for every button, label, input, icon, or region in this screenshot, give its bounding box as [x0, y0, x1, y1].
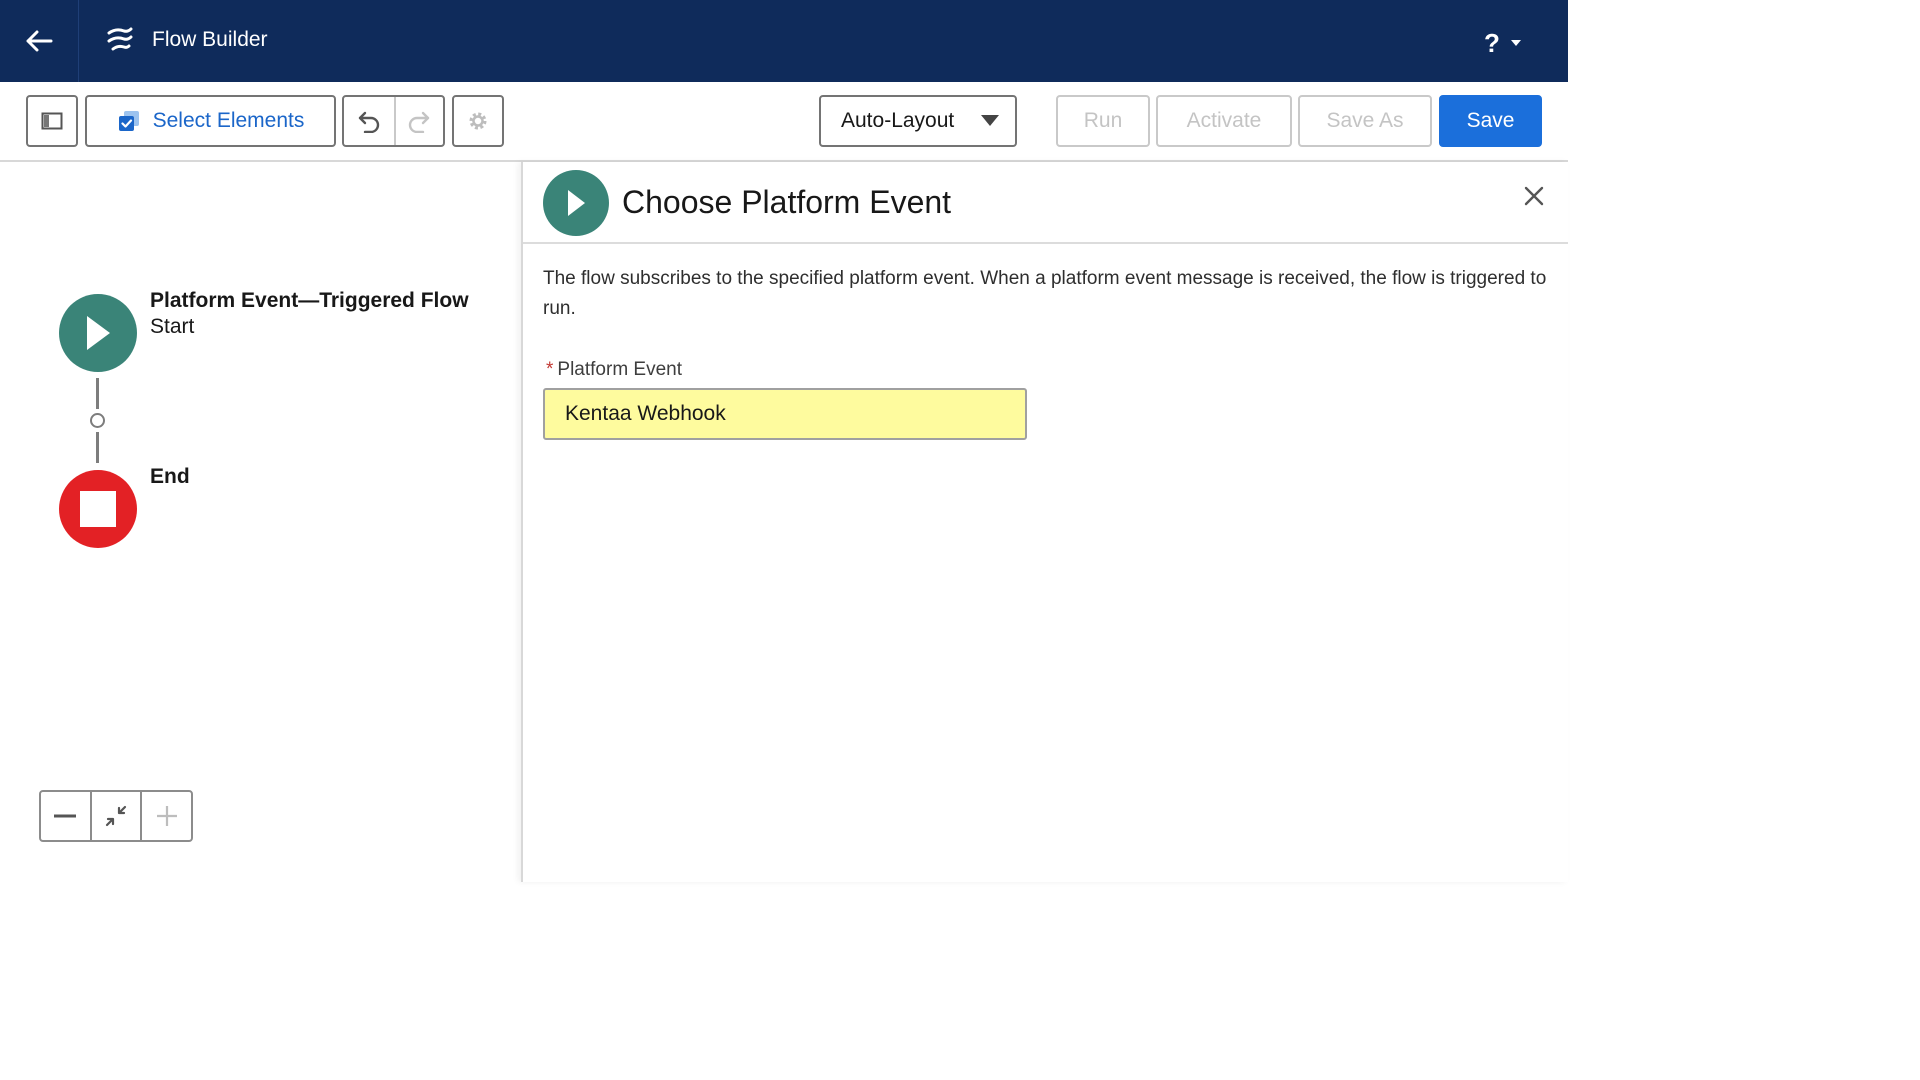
- start-play-icon: [543, 170, 609, 236]
- stop-icon: [80, 491, 116, 527]
- app-title: Flow Builder: [152, 28, 268, 51]
- undo-redo-group: [342, 95, 445, 147]
- start-node-title: Platform Event—Triggered Flow: [150, 289, 469, 312]
- panel-description: The flow subscribes to the specified pla…: [543, 268, 1547, 319]
- platform-event-label-text: Platform Event: [557, 359, 683, 380]
- layout-mode-value: Auto-Layout: [841, 109, 955, 132]
- start-node[interactable]: [59, 294, 137, 372]
- plus-icon: [156, 806, 177, 826]
- zoom-in-button[interactable]: [140, 792, 191, 840]
- panel-title: Choose Platform Event: [622, 184, 952, 220]
- app-header: Flow Builder ?: [0, 0, 1568, 82]
- close-icon: [1524, 186, 1544, 206]
- save-as-button[interactable]: Save As: [1298, 95, 1432, 147]
- redo-button[interactable]: [393, 97, 444, 145]
- close-panel-button[interactable]: [1520, 182, 1548, 210]
- flow-logo-icon: [107, 27, 133, 51]
- end-node[interactable]: [59, 470, 137, 548]
- connector-line: [96, 432, 99, 463]
- end-node-label: End: [150, 464, 190, 490]
- zoom-out-button[interactable]: [41, 792, 90, 840]
- play-icon: [87, 316, 110, 350]
- start-node-label: Platform Event—Triggered Flow Start: [150, 288, 469, 340]
- layout-mode-select[interactable]: Auto-Layout: [819, 95, 1017, 147]
- chevron-down-icon: [1510, 40, 1521, 46]
- property-editor-panel: Choose Platform Event The flow subscribe…: [521, 162, 1568, 882]
- caret-down-icon: [981, 115, 999, 126]
- back-button[interactable]: [0, 0, 79, 82]
- undo-button[interactable]: [344, 97, 394, 145]
- platform-event-input[interactable]: Kentaa Webhook: [543, 388, 1027, 440]
- select-elements-button[interactable]: Select Elements: [85, 95, 336, 147]
- required-marker: *: [546, 359, 554, 380]
- arrow-left-icon: [26, 30, 53, 52]
- toggle-toolbox-button[interactable]: [26, 95, 78, 147]
- start-node-subtitle: Start: [150, 315, 195, 338]
- toolbar: Select Elements Auto-Layout Run Activate…: [0, 82, 1568, 162]
- zoom-controls: [39, 790, 193, 842]
- platform-event-label: * Platform Event: [546, 359, 682, 381]
- fit-to-view-button[interactable]: [89, 792, 141, 840]
- flow-canvas[interactable]: Platform Event—Triggered Flow Start End: [0, 162, 522, 882]
- run-button[interactable]: Run: [1056, 95, 1150, 147]
- add-element-connector[interactable]: [90, 413, 105, 428]
- flow-settings-button[interactable]: [452, 95, 504, 147]
- help-menu-button[interactable]: ?: [1484, 28, 1522, 58]
- save-button[interactable]: Save: [1439, 95, 1542, 147]
- select-elements-label: Select Elements: [152, 109, 305, 132]
- end-node-title: End: [150, 465, 190, 488]
- gear-icon: [469, 112, 487, 130]
- activate-button[interactable]: Activate: [1156, 95, 1292, 147]
- redo-icon: [409, 111, 430, 133]
- panel-header: Choose Platform Event: [523, 162, 1568, 244]
- contract-icon: [105, 805, 127, 827]
- select-checkbox-icon: [118, 111, 139, 131]
- connector-line: [96, 378, 99, 409]
- panel-toggle-icon: [41, 112, 63, 130]
- undo-icon: [358, 111, 379, 133]
- help-icon: ?: [1484, 28, 1500, 58]
- minus-icon: [54, 814, 77, 818]
